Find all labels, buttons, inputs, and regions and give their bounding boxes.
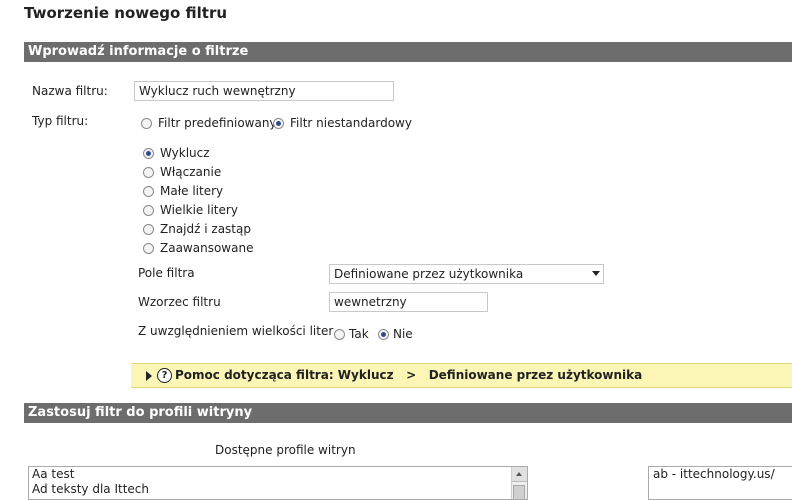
expand-triangle-icon — [146, 371, 152, 381]
dropdown-arrow-icon — [592, 271, 600, 276]
list-item[interactable]: Aa test — [29, 467, 527, 482]
list-item[interactable]: Ad teksty dla Ittech — [29, 482, 527, 497]
radio-predefined-filter[interactable]: Filtr predefiniowany — [141, 115, 277, 131]
radio-advanced[interactable]: Zaawansowane — [143, 240, 253, 256]
question-circle-icon: ? — [157, 368, 172, 383]
filter-name-label: Nazwa filtru: — [32, 84, 108, 98]
radio-button-icon — [143, 186, 154, 197]
filter-field-selected-value: Definiowane przez użytkownika — [334, 267, 524, 281]
radio-advanced-label: Zaawansowane — [160, 241, 254, 255]
radio-uppercase[interactable]: Wielkie litery — [143, 202, 238, 218]
radio-exclude-label: Wyklucz — [160, 146, 210, 160]
radio-button-selected-icon — [378, 329, 389, 340]
filter-field-label: Pole filtra — [138, 266, 195, 280]
radio-button-icon — [143, 224, 154, 235]
radio-case-yes-label: Tak — [349, 327, 369, 341]
radio-include[interactable]: Włączanie — [143, 164, 221, 180]
radio-include-label: Włączanie — [160, 165, 222, 179]
radio-find-replace-label: Znajdź i zastąp — [160, 222, 251, 236]
filter-type-label: Typ filtru: — [32, 114, 89, 128]
filter-pattern-label: Wzorzec filtru — [138, 295, 221, 309]
radio-button-icon — [143, 243, 154, 254]
radio-lowercase-label: Małe litery — [160, 184, 224, 198]
scrollbar-thumb[interactable] — [513, 485, 525, 499]
radio-button-icon — [143, 167, 154, 178]
available-profiles-list[interactable]: Aa test Ad teksty dla Ittech — [28, 466, 528, 500]
list-item[interactable]: ab - ittechnology.us/ — [649, 467, 792, 482]
radio-uppercase-label: Wielkie litery — [160, 203, 238, 217]
section-header-apply-profiles: Zastosuj filtr do profili witryny — [24, 403, 792, 423]
radio-predefined-label: Filtr predefiniowany — [158, 116, 277, 130]
radio-case-no-label: Nie — [393, 327, 413, 341]
filter-help-bar[interactable]: ? Pomoc dotycząca filtra: Wyklucz > Defi… — [131, 363, 792, 388]
scroll-up-arrow-icon[interactable] — [512, 467, 527, 482]
radio-button-selected-icon — [143, 148, 154, 159]
radio-find-replace[interactable]: Znajdź i zastąp — [143, 221, 251, 237]
filter-field-select[interactable]: Definiowane przez użytkownika — [329, 264, 604, 284]
radio-case-no[interactable]: Nie — [378, 326, 413, 342]
list-scrollbar[interactable] — [511, 467, 527, 499]
filter-help-text: Pomoc dotycząca filtra: Wyklucz > Defini… — [175, 368, 643, 382]
radio-button-icon — [143, 205, 154, 216]
radio-custom-label: Filtr niestandardowy — [290, 116, 412, 130]
page-title: Tworzenie nowego filtru — [24, 4, 228, 22]
radio-button-selected-icon — [273, 118, 284, 129]
radio-custom-filter[interactable]: Filtr niestandardowy — [273, 115, 412, 131]
case-sensitive-label: Z uwzględnieniem wielkości liter — [138, 324, 334, 338]
radio-lowercase[interactable]: Małe litery — [143, 183, 223, 199]
radio-button-icon — [334, 329, 345, 340]
filter-name-input[interactable]: Wyklucz ruch wewnętrzny — [134, 81, 394, 101]
selected-profiles-list[interactable]: ab - ittechnology.us/ — [648, 466, 792, 500]
radio-exclude[interactable]: Wyklucz — [143, 145, 210, 161]
section-header-filter-info: Wprowadź informacje o filtrze — [24, 42, 792, 62]
available-profiles-label: Dostępne profile witryn — [215, 443, 356, 457]
radio-case-yes[interactable]: Tak — [334, 326, 369, 342]
radio-button-icon — [141, 118, 152, 129]
filter-pattern-input[interactable]: wewnetrzny — [329, 292, 488, 312]
